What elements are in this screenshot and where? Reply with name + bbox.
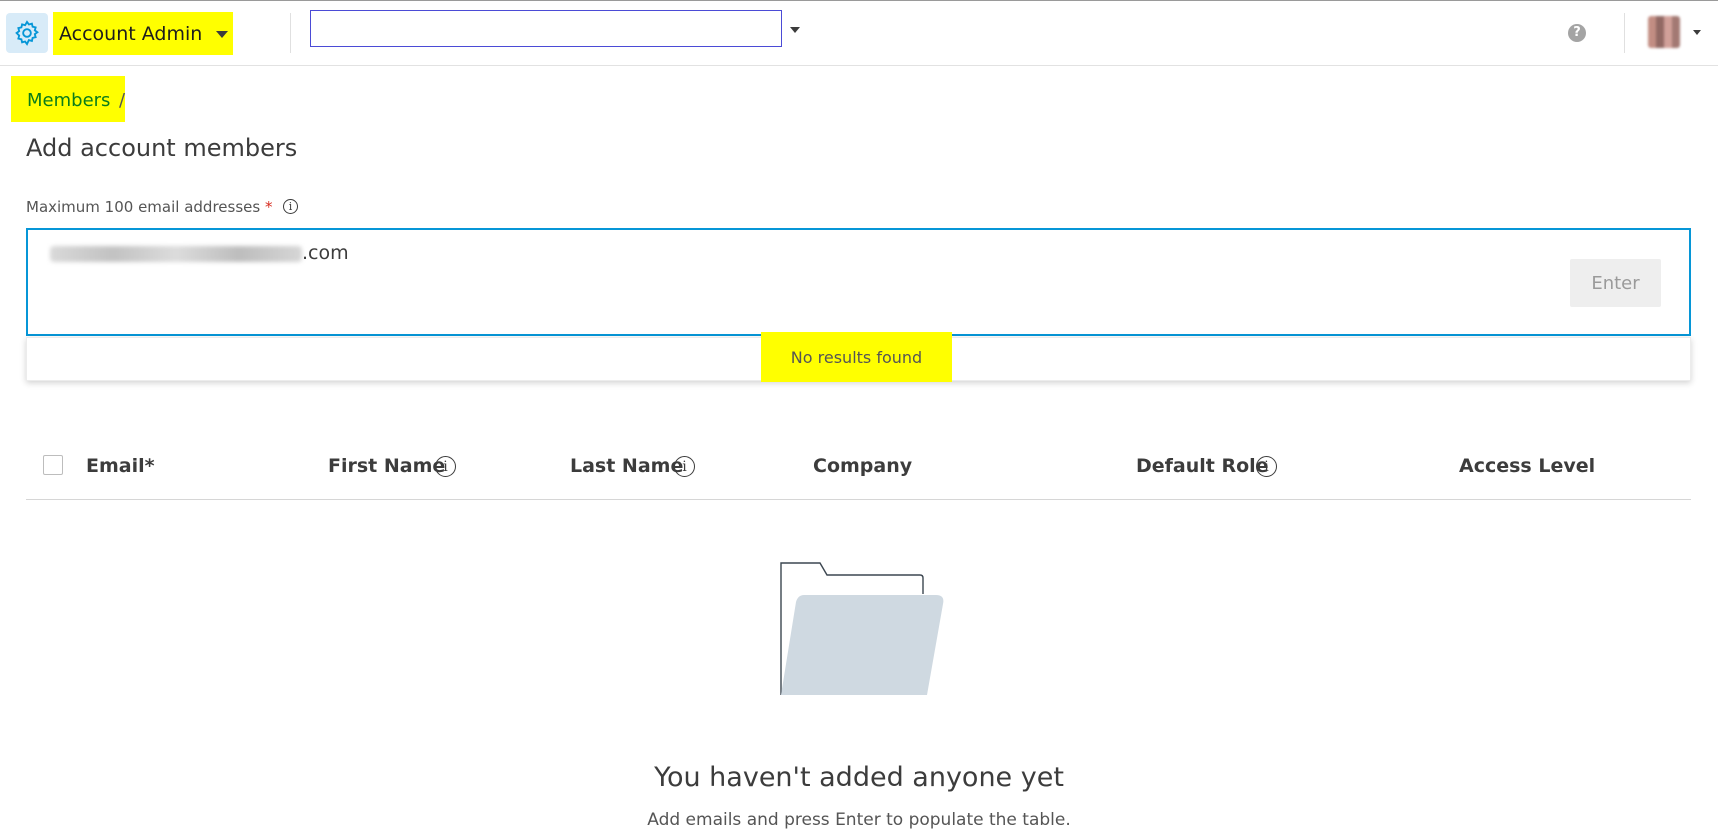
header-divider (290, 13, 291, 53)
email-input[interactable] (26, 228, 1691, 336)
top-border (0, 0, 1718, 1)
column-header-access-level[interactable]: Access Level (1459, 455, 1595, 477)
email-input-suffix: .com (302, 242, 349, 264)
no-results-text: No results found (790, 348, 923, 367)
column-header-email[interactable]: Email* (86, 455, 155, 477)
email-field-label: Maximum 100 email addresses * (26, 198, 272, 216)
column-header-default-role[interactable]: Default Role (1136, 455, 1269, 477)
page-title: Add account members (26, 134, 298, 162)
info-icon[interactable]: i (435, 456, 456, 477)
header-divider (1624, 13, 1625, 53)
chevron-down-icon[interactable] (1693, 30, 1701, 35)
avatar[interactable] (1648, 16, 1680, 48)
info-icon[interactable]: i (283, 199, 298, 214)
project-selector[interactable] (310, 10, 782, 47)
select-all-checkbox[interactable] (43, 455, 63, 475)
product-switcher[interactable]: Account Admin (53, 12, 233, 55)
gear-icon (15, 20, 39, 46)
info-icon[interactable]: i (1256, 456, 1277, 477)
redacted-email-text (50, 246, 302, 262)
top-bar (0, 0, 1718, 66)
breadcrumb-members-link[interactable]: Members (27, 90, 110, 111)
column-header-last-name[interactable]: Last Name (570, 455, 683, 477)
column-header-first-name[interactable]: First Name (328, 455, 445, 477)
help-icon[interactable]: ? (1568, 24, 1586, 42)
product-name: Account Admin (59, 22, 203, 45)
required-marker: * (264, 198, 273, 216)
chevron-down-icon[interactable] (790, 27, 800, 33)
email-field-label-text: Maximum 100 email addresses (26, 198, 261, 216)
chevron-down-icon (216, 31, 228, 38)
info-icon[interactable]: i (674, 456, 695, 477)
breadcrumb-separator: / (119, 90, 126, 111)
folder-icon (780, 562, 944, 695)
column-header-company[interactable]: Company (813, 455, 912, 477)
empty-state-subtitle: Add emails and press Enter to populate t… (647, 810, 1071, 830)
empty-state-title: You haven't added anyone yet (654, 762, 1064, 793)
settings-button[interactable] (6, 13, 48, 53)
enter-button[interactable]: Enter (1570, 259, 1661, 307)
